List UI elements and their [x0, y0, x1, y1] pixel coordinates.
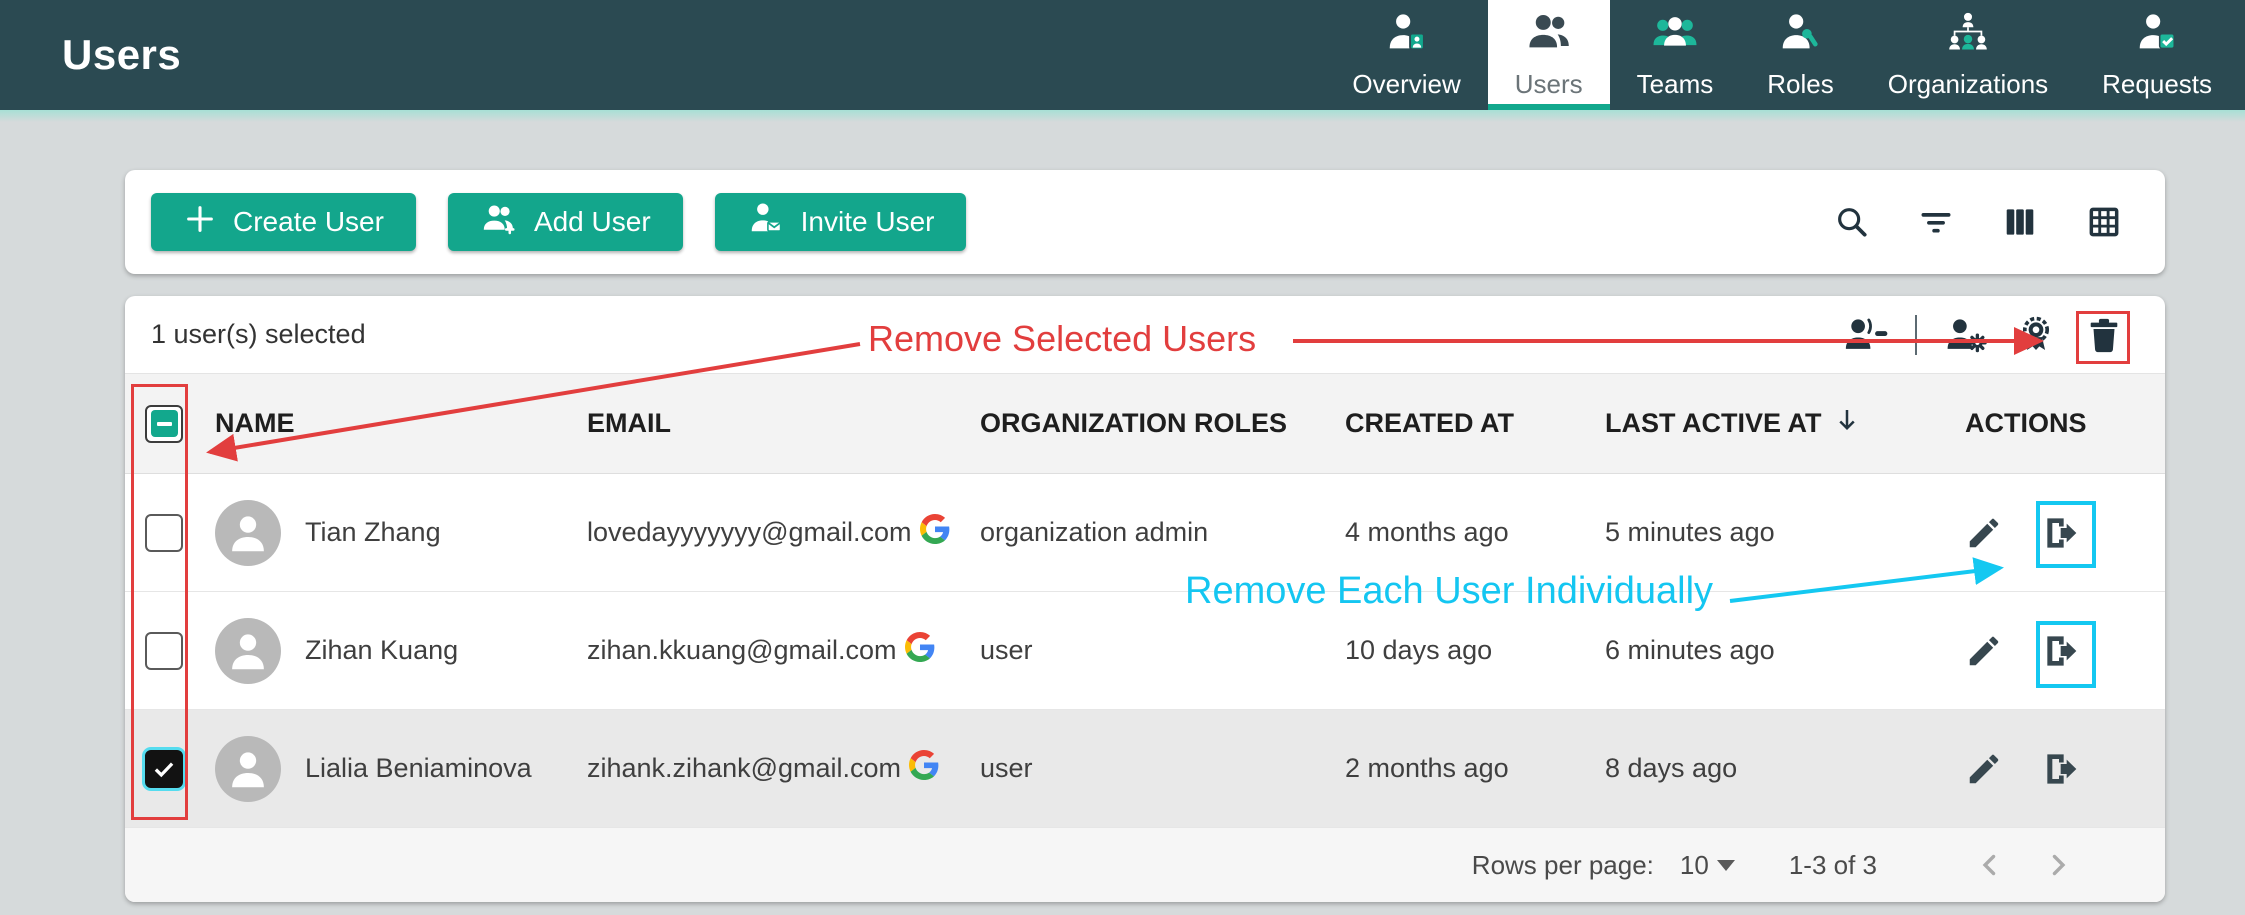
user-created-at: 10 days ago	[1345, 635, 1605, 666]
user-created-at: 4 months ago	[1345, 517, 1605, 548]
user-org-roles: organization admin	[980, 517, 1345, 548]
delete-icon[interactable]	[2083, 314, 2125, 356]
app-header: Users Overview Users Teams	[0, 0, 2245, 110]
google-icon	[920, 514, 950, 551]
indeterminate-mark	[157, 422, 172, 426]
person-mail-icon	[747, 200, 785, 245]
table-footer: Rows per page: 10 1-3 of 3	[125, 828, 2165, 902]
selection-count: 1 user(s) selected	[151, 319, 366, 350]
pagination-range: 1-3 of 3	[1789, 850, 1877, 881]
check-mark	[151, 756, 177, 782]
tab-label: Overview	[1352, 69, 1460, 100]
user-email: zihank.zihank@gmail.com	[587, 753, 901, 784]
column-header-org-roles[interactable]: ORGANIZATION ROLES	[980, 408, 1345, 439]
tab-label: Teams	[1637, 69, 1714, 100]
invite-user-button[interactable]: Invite User	[715, 193, 967, 251]
row-checkbox[interactable]	[145, 632, 183, 670]
selection-actions	[1843, 314, 2139, 356]
users-page: Users Overview Users Teams	[0, 0, 2245, 915]
main-nav: Overview Users Teams Roles	[1325, 0, 2239, 110]
avatar	[215, 736, 281, 802]
sort-desc-arrow-icon	[1832, 405, 1862, 442]
remove-user-icon[interactable]	[1843, 314, 1889, 356]
google-icon	[905, 632, 935, 669]
edit-icon[interactable]	[1965, 750, 2003, 788]
toolbar-icons	[1833, 203, 2139, 241]
table-row: Tian Zhang lovedayyyyyyy@gmail.com organ…	[125, 474, 2165, 592]
row-checkbox[interactable]	[145, 750, 183, 788]
team-icon	[1652, 10, 1698, 61]
column-header-name[interactable]: NAME	[215, 408, 587, 439]
tab-label: Users	[1515, 69, 1583, 100]
remove-user-exit-icon[interactable]	[2039, 513, 2079, 553]
toolbar: Create User Add User Invite User	[125, 170, 2165, 274]
column-header-actions: ACTIONS	[1965, 408, 2165, 439]
avatar	[215, 618, 281, 684]
tab-requests[interactable]: Requests	[2075, 0, 2239, 110]
previous-page-button[interactable]	[1973, 848, 2007, 882]
people-icon	[1526, 10, 1572, 61]
user-org-roles: user	[980, 635, 1345, 666]
create-user-button[interactable]: Create User	[151, 193, 416, 251]
person-badge-icon	[1384, 10, 1430, 61]
tab-overview[interactable]: Overview	[1325, 0, 1487, 110]
add-user-button[interactable]: Add User	[448, 193, 683, 251]
org-chart-icon	[1945, 10, 1991, 61]
tab-label: Roles	[1767, 69, 1833, 100]
tab-label: Organizations	[1888, 69, 2048, 100]
user-name: Tian Zhang	[305, 517, 441, 548]
google-icon	[909, 750, 939, 787]
tab-roles[interactable]: Roles	[1740, 0, 1860, 110]
user-name: Lialia Beniaminova	[305, 753, 532, 784]
columns-icon[interactable]	[2001, 203, 2039, 241]
user-org-roles: user	[980, 753, 1345, 784]
person-check-icon	[2134, 10, 2180, 61]
user-last-active-at: 8 days ago	[1605, 753, 1965, 784]
user-email: lovedayyyyyyy@gmail.com	[587, 517, 912, 548]
plus-icon	[183, 202, 217, 243]
grid-icon[interactable]	[2085, 203, 2123, 241]
divider	[1915, 315, 1917, 355]
tab-users[interactable]: Users	[1488, 0, 1610, 110]
person-key-icon	[1777, 10, 1823, 61]
certify-user-icon[interactable]	[2015, 314, 2057, 356]
selection-bar: 1 user(s) selected	[125, 296, 2165, 374]
user-name: Zihan Kuang	[305, 635, 458, 666]
user-last-active-at: 5 minutes ago	[1605, 517, 1965, 548]
row-checkbox[interactable]	[145, 514, 183, 552]
button-label: Invite User	[801, 206, 935, 238]
select-all-checkbox[interactable]	[145, 405, 183, 443]
user-settings-icon[interactable]	[1943, 314, 1989, 356]
avatar	[215, 500, 281, 566]
rows-per-page-label: Rows per page:	[1472, 850, 1654, 881]
user-created-at: 2 months ago	[1345, 753, 1605, 784]
people-plus-icon	[480, 200, 518, 245]
edit-icon[interactable]	[1965, 514, 2003, 552]
user-email: zihan.kkuang@gmail.com	[587, 635, 897, 666]
table-row: Zihan Kuang zihan.kkuang@gmail.com user …	[125, 592, 2165, 710]
chevron-down-icon[interactable]	[1717, 860, 1735, 871]
column-header-last-active-at[interactable]: LAST ACTIVE AT	[1605, 405, 1965, 442]
column-header-created-at[interactable]: CREATED AT	[1345, 408, 1605, 439]
button-label: Add User	[534, 206, 651, 238]
filter-icon[interactable]	[1917, 203, 1955, 241]
users-table-card: 1 user(s) selected	[125, 296, 2165, 902]
tab-teams[interactable]: Teams	[1610, 0, 1741, 110]
rows-per-page-value[interactable]: 10	[1680, 850, 1709, 881]
tab-organizations[interactable]: Organizations	[1861, 0, 2075, 110]
search-icon[interactable]	[1833, 203, 1871, 241]
column-header-email[interactable]: EMAIL	[587, 408, 980, 439]
remove-user-exit-icon[interactable]	[2039, 631, 2079, 671]
next-page-button[interactable]	[2041, 848, 2075, 882]
tab-label: Requests	[2102, 69, 2212, 100]
table-header-row: NAME EMAIL ORGANIZATION ROLES CREATED AT…	[125, 374, 2165, 474]
page-title: Users	[62, 31, 181, 79]
button-label: Create User	[233, 206, 384, 238]
edit-icon[interactable]	[1965, 632, 2003, 670]
remove-user-exit-icon[interactable]	[2039, 749, 2079, 789]
user-last-active-at: 6 minutes ago	[1605, 635, 1965, 666]
header-glow	[0, 110, 2245, 122]
table-row: Lialia Beniaminova zihank.zihank@gmail.c…	[125, 710, 2165, 828]
